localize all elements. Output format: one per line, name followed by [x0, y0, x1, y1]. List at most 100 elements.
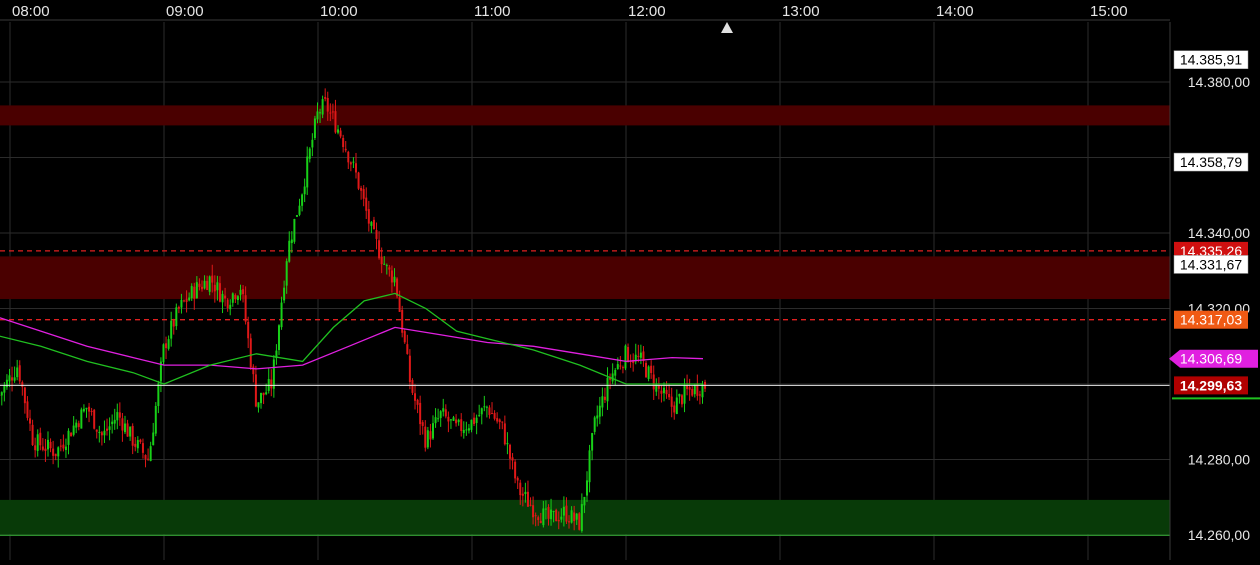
candle-body	[511, 457, 514, 461]
time-tick-label: 08:00	[12, 3, 50, 20]
candle-body	[121, 418, 124, 431]
candle-body	[434, 417, 437, 424]
candle-body	[539, 520, 542, 524]
candle-body	[470, 419, 473, 430]
candle-body	[455, 419, 458, 424]
candle-body	[62, 444, 65, 449]
candle-body	[272, 359, 275, 389]
candle-body	[352, 161, 355, 163]
candle-body	[270, 379, 273, 389]
candle-body	[339, 130, 342, 137]
candle-body	[367, 209, 370, 224]
candle-body	[200, 286, 203, 290]
candle-body	[426, 430, 429, 448]
candle-body	[467, 428, 470, 431]
candle-body	[639, 352, 642, 358]
candle-body	[534, 515, 537, 517]
candle-body	[360, 187, 363, 191]
candle-body	[696, 384, 699, 396]
candle-body	[90, 410, 93, 412]
candle-body	[583, 496, 586, 506]
candle-body	[118, 412, 121, 418]
candle-body	[301, 194, 304, 206]
candle-body	[218, 283, 221, 302]
candle-body	[21, 382, 24, 387]
candle-body	[11, 377, 14, 381]
candle-body	[537, 517, 540, 521]
candle-body	[67, 430, 70, 445]
candle-body	[416, 399, 419, 405]
candle-body	[59, 445, 62, 447]
candle-body	[578, 513, 581, 530]
candle-body	[23, 387, 26, 404]
candle-body	[185, 298, 188, 302]
candle-body	[378, 240, 381, 259]
candle-body	[652, 374, 655, 390]
candle-body	[285, 261, 288, 286]
candle-body	[383, 263, 386, 265]
candle-body	[147, 458, 150, 460]
price-chart[interactable]: 08:00 09:00 10:00 11:00 12:00 13:00 14:00 15:00…	[0, 0, 1260, 565]
candle-body	[39, 432, 42, 446]
time-tick-label: 14:00	[936, 3, 974, 20]
candle-body	[503, 423, 506, 445]
candle-body	[116, 412, 119, 421]
candle-body	[82, 408, 85, 412]
candle-body	[568, 521, 571, 523]
price-axis[interactable]: 14.380,0014.340,0014.320,0014.280,0014.2…	[1169, 0, 1260, 565]
candle-body	[208, 276, 211, 292]
candle-body	[473, 417, 476, 425]
candle-body	[501, 421, 504, 423]
candle-body	[64, 446, 67, 451]
time-tick-label: 10:00	[320, 3, 358, 20]
candle-body	[565, 505, 568, 522]
candle-body	[288, 240, 291, 262]
candle-body	[498, 419, 501, 423]
candle-body	[34, 445, 37, 451]
price-tag-label: 14.385,91	[1180, 52, 1242, 68]
candle-body	[5, 379, 8, 388]
candle-body	[57, 447, 60, 457]
candle-body	[403, 331, 406, 343]
candle-body	[493, 413, 496, 419]
price-tag: 14.299,63	[1174, 376, 1248, 395]
candle-body	[573, 512, 576, 522]
candle-body	[521, 493, 524, 496]
candle-body	[385, 265, 388, 267]
candle-body	[593, 417, 596, 432]
candle-body	[414, 393, 417, 401]
candle-body	[303, 186, 306, 195]
candle-body	[183, 300, 186, 302]
candle-body	[514, 461, 517, 479]
candle-body	[478, 415, 481, 417]
candle-body	[129, 426, 132, 437]
candle-body	[619, 365, 622, 367]
candle-body	[329, 112, 332, 114]
price-tag: 14.331,67	[1173, 255, 1249, 274]
time-tick-label: 15:00	[1090, 3, 1128, 20]
price-tag: 14.317,03	[1174, 310, 1248, 329]
candle-body	[190, 286, 193, 299]
candle-body	[131, 425, 134, 446]
candle-body	[452, 417, 455, 421]
candle-body	[226, 299, 229, 309]
candle-body	[555, 509, 558, 522]
candle-body	[111, 421, 114, 425]
candle-body	[675, 397, 678, 414]
candle-body	[337, 129, 340, 133]
candle-body	[154, 405, 157, 434]
candle-body	[496, 418, 499, 422]
candle-body	[216, 282, 219, 291]
candle-body	[144, 455, 147, 459]
price-tag-label: 14.306,69	[1180, 351, 1242, 367]
candle-body	[170, 320, 173, 339]
candle-body	[611, 373, 614, 382]
candle-body	[221, 293, 224, 303]
candle-body	[449, 419, 452, 421]
candle-body	[437, 418, 440, 420]
candle-body	[206, 280, 209, 290]
candle-body	[326, 98, 329, 112]
candle-body	[588, 450, 591, 483]
candle-body	[596, 415, 599, 419]
candle-body	[193, 286, 196, 299]
